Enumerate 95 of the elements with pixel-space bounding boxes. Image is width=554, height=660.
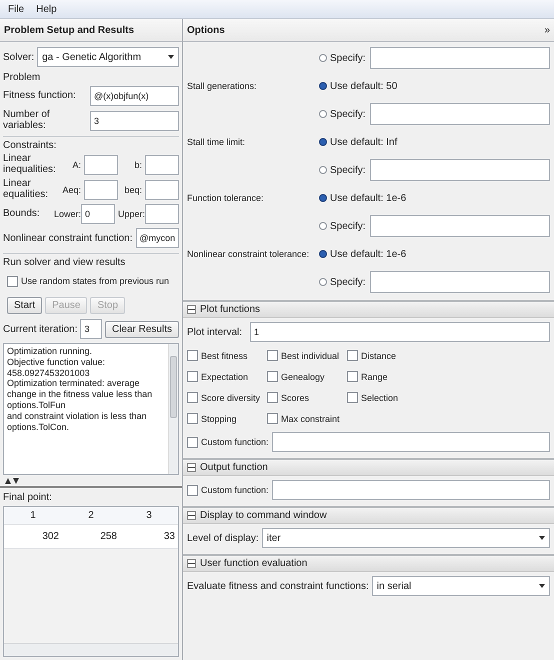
field-label: Fitness function:	[3, 90, 77, 102]
log-line: Optimization running.	[7, 346, 94, 357]
caret-icon	[168, 55, 174, 59]
checkbox[interactable]: Selection	[347, 392, 550, 403]
option-label: Stall generations:	[187, 81, 258, 91]
caret-icon	[539, 584, 545, 588]
input-field[interactable]	[370, 47, 550, 69]
section-header[interactable]: Output function	[183, 458, 554, 476]
option-label: Nonlinear constraint tolerance:	[187, 249, 310, 259]
scrollbar[interactable]	[4, 643, 178, 656]
iteration-field: 3	[80, 319, 102, 339]
input-field[interactable]	[370, 159, 550, 181]
clear-results-button[interactable]: Clear Results	[104, 320, 179, 338]
radio-button[interactable]: Use default: 1e-6	[319, 248, 406, 260]
field-label: Level of display:	[187, 532, 259, 544]
checkbox[interactable]: Best fitness	[187, 350, 267, 361]
radio-button[interactable]: Use default: 50	[319, 80, 398, 92]
input-field[interactable]	[272, 432, 550, 452]
group-title: Final point:	[3, 492, 53, 503]
table-cell-text: 33	[162, 530, 176, 544]
radio-button[interactable]: Specify:	[319, 276, 366, 288]
checkbox[interactable]: Custom function:	[187, 484, 269, 496]
input-field[interactable]	[370, 271, 550, 293]
run-button[interactable]: Start	[7, 296, 42, 314]
log-line: Objective function value: 458.0927453201003	[7, 356, 106, 378]
input-field[interactable]: 0	[81, 204, 115, 224]
checkbox[interactable]: Use random states from previous run	[7, 276, 170, 286]
field-label: Evaluate fitness and constraint functions:	[187, 580, 369, 592]
input-field[interactable]: @(x)objfun(x)	[90, 86, 179, 106]
input-field[interactable]	[145, 180, 180, 200]
table-cell-text: 258	[99, 530, 118, 544]
field-label: Bounds:	[3, 208, 41, 220]
column-header: 1	[29, 509, 37, 523]
splitter-arrows-icon[interactable]	[5, 478, 19, 484]
radio-button[interactable]: Specify:	[319, 52, 366, 64]
field-label: Linear equalities:	[3, 179, 50, 200]
radio-button[interactable]: Specify:	[319, 220, 366, 232]
input-field[interactable]	[145, 154, 180, 174]
panel-title: Options	[187, 24, 225, 36]
field-label: A:	[72, 160, 82, 170]
field-label: Lower:	[54, 209, 78, 219]
field-label: Plot interval:	[187, 326, 244, 338]
radio-button[interactable]: Use default: 1e-6	[319, 192, 406, 204]
table-cell-text: 302	[41, 530, 60, 544]
radio-button[interactable]: Use default: Inf	[319, 136, 398, 148]
field-label: b:	[134, 160, 142, 170]
checkbox[interactable]: Expectation	[187, 371, 267, 382]
menu-item[interactable]: Help	[34, 2, 59, 16]
display-level-dropdown[interactable]: iter	[262, 528, 550, 548]
input-field[interactable]: @mycon	[136, 228, 179, 248]
column-header: 2	[87, 509, 95, 523]
field-label: beq:	[123, 184, 142, 194]
checkbox[interactable]: Best individual	[267, 350, 347, 361]
radio-button[interactable]: Specify:	[319, 164, 366, 176]
checkbox[interactable]: Range	[347, 371, 550, 382]
checkbox[interactable]: Distance	[347, 350, 550, 361]
input-field[interactable]	[84, 154, 118, 174]
field-label: Aeq:	[62, 184, 82, 194]
field-label: Number of variables:	[3, 110, 51, 131]
checkbox[interactable]: Scores	[267, 392, 347, 403]
panel-title: Problem Setup and Results	[0, 19, 182, 42]
section-header[interactable]: User function evaluation	[183, 554, 554, 572]
field-label: Linear inequalities:	[3, 154, 57, 175]
solver-dropdown[interactable]: ga - Genetic Algorithm	[37, 47, 179, 67]
caret-icon	[539, 536, 545, 540]
input-field[interactable]	[84, 180, 118, 200]
input-field[interactable]	[145, 204, 179, 224]
radio-button[interactable]: Specify:	[319, 108, 366, 120]
input-field[interactable]	[370, 215, 550, 237]
field-label: Nonlinear constraint function:	[3, 232, 133, 244]
input-field[interactable]: 3	[90, 110, 179, 130]
field-label: Upper:	[118, 209, 142, 219]
checkbox[interactable]: Max constraint	[267, 413, 347, 424]
menu-item[interactable]: File	[6, 2, 26, 16]
input-field[interactable]: 1	[250, 322, 550, 342]
group-title: Problem	[3, 72, 42, 83]
checkbox[interactable]: Score diversity	[187, 392, 267, 403]
scrollbar[interactable]	[168, 344, 178, 474]
field-label: Solver:	[3, 52, 34, 62]
input-field[interactable]	[370, 103, 550, 125]
group-title: Constraints:	[3, 140, 58, 151]
checkbox[interactable]: Genealogy	[267, 371, 347, 382]
input-field[interactable]	[272, 480, 550, 500]
section-header[interactable]: Display to command window	[183, 506, 554, 524]
option-label: Function tolerance:	[187, 193, 265, 203]
field-label: Current iteration:	[3, 324, 78, 334]
group-title: Run solver and view results	[3, 257, 126, 268]
evaluation-dropdown[interactable]: in serial	[372, 576, 550, 596]
checkbox[interactable]: Stopping	[187, 413, 267, 424]
log-line: and constraint violation is less than options.TolCon.	[7, 410, 148, 432]
collapse-toggle[interactable]: »	[544, 24, 550, 36]
checkbox[interactable]: Custom function:	[187, 436, 269, 448]
column-header: 3	[145, 509, 153, 523]
option-label: Stall time limit:	[187, 137, 246, 147]
section-header[interactable]: Plot functions	[183, 300, 554, 318]
